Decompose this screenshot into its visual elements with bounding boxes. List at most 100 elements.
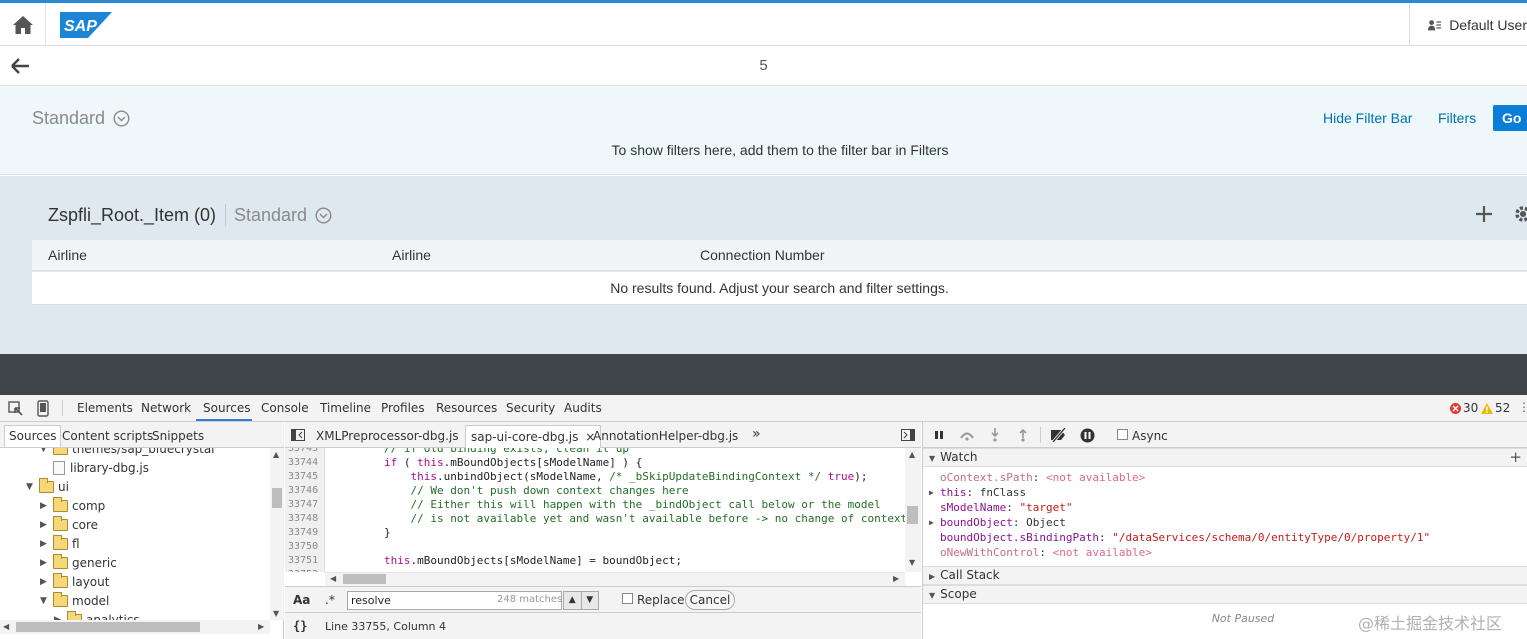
hide-filter-bar-button[interactable]: Hide Filter Bar [1323,110,1412,126]
pretty-print-button[interactable]: {} [293,619,307,633]
tree-item[interactable]: ▶ fl [40,534,80,553]
collapsed-triangle-icon: ▶ [929,572,936,581]
watch-expression[interactable]: oContext.sPath: <not available> [931,470,1145,485]
tab-profiles[interactable]: Profiles [381,401,425,415]
watch-pane-header[interactable]: ▼ Watch + [923,448,1527,467]
line-number[interactable]: 33750 [288,540,318,554]
regex-toggle[interactable]: .* [325,593,335,607]
line-number[interactable]: 33749 [288,526,318,540]
async-checkbox[interactable] [1117,429,1128,440]
more-options-icon[interactable]: ⋮ [1518,400,1527,414]
tab-sources[interactable]: Sources [203,401,250,415]
line-number[interactable]: 33745 [288,470,318,484]
step-into-icon[interactable] [987,427,1003,443]
tree-item[interactable]: ▶ comp [40,496,105,515]
tree-item[interactable]: ▼ ui [26,477,69,496]
editor-tab-sap-ui-core[interactable]: sap-ui-core-dbg.js × [465,425,602,448]
watch-expression[interactable]: boundObject.sBindingPath: "/dataServices… [931,530,1430,545]
navigator-vertical-scrollbar[interactable] [270,448,284,620]
column-header-airline[interactable]: Airline [48,247,87,263]
scroll-up-icon[interactable]: ▲ [273,450,279,459]
add-watch-icon[interactable]: + [1509,449,1522,465]
table-variant-selector[interactable]: Standard [234,205,332,226]
tab-console[interactable]: Console [261,401,309,415]
previous-match-icon[interactable]: ▲ [564,592,581,609]
editor-scroll-thumb[interactable] [907,506,918,524]
scroll-left-icon[interactable]: ◀ [3,622,9,631]
home-button[interactable] [0,3,46,46]
deactivate-breakpoints-icon[interactable] [1049,427,1069,443]
step-over-icon[interactable] [959,427,975,443]
match-case-toggle[interactable]: Aa [293,593,310,607]
tab-timeline[interactable]: Timeline [320,401,371,415]
filters-button[interactable]: Filters [1438,110,1476,126]
collapsed-triangle-icon[interactable]: ▶ [929,515,934,530]
tree-item[interactable]: ▶ generic [40,553,117,572]
tab-audits[interactable]: Audits [564,401,602,415]
scope-pane-header[interactable]: ▼ Scope [923,585,1527,604]
tree-item[interactable]: ▼ model [40,591,109,610]
toggle-navigator-icon[interactable] [291,429,305,441]
variant-selector[interactable]: Standard [32,108,130,129]
watch-expression[interactable]: sModelName: "target" [931,500,1072,515]
navigator-hscroll-thumb[interactable] [16,622,200,632]
nav-tab-sources[interactable]: Sources [4,425,62,447]
line-number[interactable]: 33746 [288,484,318,498]
back-arrow-icon[interactable] [10,56,32,76]
editor-status-bar: {} Line 33755, Column 4 [285,612,921,639]
nav-tab-snippets[interactable]: Snippets [152,429,204,443]
tree-item-label: analytics [86,612,140,621]
collapsed-triangle-icon[interactable]: ▶ [929,485,934,500]
editor-horizontal-scrollbar[interactable] [325,572,905,586]
scroll-left-icon[interactable]: ◀ [330,574,336,583]
pause-on-exceptions-icon[interactable] [1079,427,1095,443]
tab-security[interactable]: Security [506,401,555,415]
call-stack-pane-header[interactable]: ▶ Call Stack [923,566,1527,585]
toggle-debugger-icon[interactable] [901,429,915,441]
cancel-button[interactable]: Cancel [685,590,735,610]
device-mode-icon[interactable] [37,400,49,417]
tab-elements[interactable]: Elements [77,401,133,415]
pause-icon[interactable] [931,427,947,443]
next-match-icon[interactable]: ▼ [580,592,599,609]
watch-expression[interactable]: ▶ this: fnClass [929,485,1026,500]
scroll-right-icon[interactable]: ▶ [893,574,899,583]
line-number[interactable]: 33743 [288,448,318,456]
watch-expression[interactable]: oNewWithControl: <not available> [931,545,1152,560]
editor-tab-xmlpreprocessor[interactable]: XMLPreprocessor-dbg.js [316,429,459,443]
code-view[interactable]: 33743 33744 33745 33746 33747 33748 33749 33750… [285,448,905,572]
tab-network[interactable]: Network [141,401,191,415]
gear-icon[interactable] [1514,205,1527,223]
column-header-connection-number[interactable]: Connection Number [700,247,825,263]
inspect-element-icon[interactable] [8,401,24,417]
tree-item[interactable]: ▶ analytics [54,610,140,620]
scroll-down-icon[interactable]: ▼ [273,609,279,618]
tree-item[interactable]: library-dbg.js [40,458,149,477]
more-tabs-icon[interactable]: » [752,426,761,442]
warning-counter[interactable]: 52 [1481,401,1510,415]
tree-item[interactable]: ▼ themes/sap_bluecrystal [40,448,215,458]
user-menu[interactable]: Default User [1409,3,1527,46]
scroll-down-icon[interactable]: ▼ [909,558,915,567]
add-icon[interactable] [1474,204,1494,224]
line-number[interactable]: 33752 [288,568,318,572]
editor-hscroll-thumb[interactable] [343,574,386,584]
line-number[interactable]: 33748 [288,512,318,526]
tree-item[interactable]: ▶ layout [40,572,109,591]
tree-item[interactable]: ▶ core [40,515,98,534]
step-out-icon[interactable] [1015,427,1031,443]
line-number[interactable]: 33751 [288,554,318,568]
navigator-scroll-thumb[interactable] [272,488,282,508]
nav-tab-content-scripts[interactable]: Content scripts [62,429,153,443]
line-number[interactable]: 33747 [288,498,318,512]
replace-checkbox[interactable] [622,593,633,604]
tab-resources[interactable]: Resources [436,401,497,415]
watch-expression[interactable]: ▶ boundObject: Object [929,515,1066,530]
scroll-up-icon[interactable]: ▲ [909,450,915,459]
column-header-airline-2[interactable]: Airline [392,247,431,263]
editor-tab-annotationhelper[interactable]: AnnotationHelper-dbg.js [593,429,738,443]
line-number[interactable]: 33744 [288,456,318,470]
scroll-right-icon[interactable]: ▶ [258,622,264,631]
error-counter[interactable]: 30 [1450,401,1478,415]
go-button[interactable]: Go [1493,105,1527,131]
